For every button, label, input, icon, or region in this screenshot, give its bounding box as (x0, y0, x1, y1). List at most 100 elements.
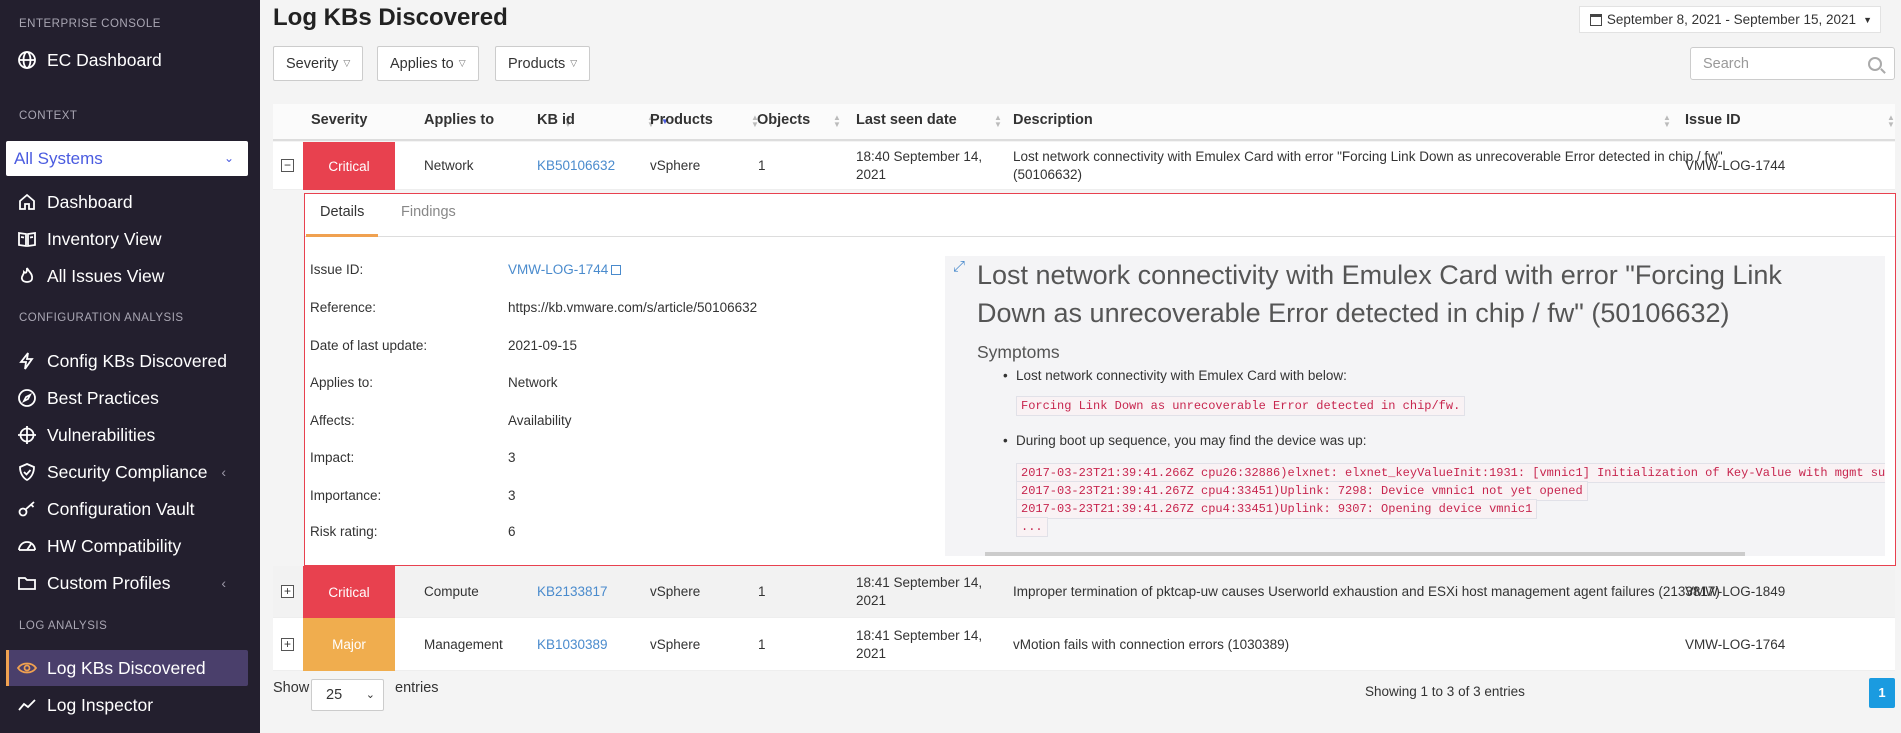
column-header-issue-id[interactable]: Issue ID (1685, 104, 1741, 141)
products-filter-button[interactable]: Products ▽ (495, 46, 591, 81)
sidebar-item-label: Log Inspector (47, 694, 154, 715)
cell-products: vSphere (650, 584, 701, 599)
chevron-left-icon: ‹ (221, 575, 226, 591)
sidebar-item-best-practices[interactable]: Best Practices (6, 380, 248, 416)
sidebar-item-label: Config KBs Discovered (47, 350, 227, 371)
section-configuration-analysis: CONFIGURATION ANALYSIS (19, 312, 184, 324)
book-icon (16, 228, 38, 250)
sidebar-item-inventory-view[interactable]: Inventory View (6, 221, 248, 257)
value-risk-rating: 6 (508, 524, 516, 539)
value-affects: Availability (508, 413, 572, 428)
column-header-objects[interactable]: Objects (757, 104, 810, 141)
column-header-description[interactable]: Description (1013, 104, 1093, 141)
table-row[interactable]: − Critical Network KB50106632 vSphere 1 … (273, 142, 1895, 190)
tab-details[interactable]: Details (306, 194, 379, 237)
column-header-last-seen[interactable]: Last seen date (856, 104, 957, 141)
calendar-icon (1589, 13, 1602, 26)
column-header-products[interactable]: Products (650, 104, 713, 141)
cell-applies-to: Compute (424, 584, 479, 599)
show-label: Show (273, 680, 310, 696)
horizontal-scrollbar[interactable] (985, 552, 1745, 556)
sidebar-item-config-kbs[interactable]: Config KBs Discovered (6, 343, 248, 379)
column-header-applies-to[interactable]: Applies to (424, 104, 494, 141)
sidebar-item-label: Vulnerabilities (47, 424, 156, 445)
column-header-kb-id[interactable]: KB id (537, 104, 575, 141)
expand-row-icon[interactable]: + (281, 638, 294, 651)
cell-description: vMotion fails with connection errors (10… (1013, 637, 1290, 652)
globe-icon (16, 49, 38, 71)
row-detail-panel: Details Findings Issue ID: VMW-LOG-1744 … (304, 193, 1896, 566)
sidebar-item-label: Configuration Vault (47, 498, 195, 519)
value-issue-id[interactable]: VMW-LOG-1744 (508, 262, 622, 277)
chevron-left-icon: ‹ (221, 464, 226, 480)
sidebar-item-vulnerabilities[interactable]: Vulnerabilities (6, 417, 248, 453)
last-seen-line-1: 18:41 September 14, (856, 575, 983, 590)
products-filter-label: Products (508, 55, 566, 72)
label-issue-id: Issue ID: (310, 262, 364, 277)
cell-description: Improper termination of pktcap-uw causes… (1013, 584, 1720, 599)
code-line: 2017-03-23T21:39:41.267Z cpu4:33451)Upli… (1016, 499, 1538, 519)
cell-objects: 1 (758, 158, 766, 173)
sidebar-item-dashboard[interactable]: Dashboard (6, 184, 248, 220)
shield-icon (16, 461, 38, 483)
sidebar-item-configuration-vault[interactable]: Configuration Vault (6, 491, 248, 527)
kb-link[interactable]: KB1030389 (537, 637, 608, 652)
label-impact: Impact: (310, 450, 355, 465)
sidebar-item-custom-profiles[interactable]: Custom Profiles ‹ (6, 565, 248, 601)
cell-kb-id: KB2133817 (537, 583, 608, 601)
search-icon (1868, 57, 1882, 71)
sidebar-item-log-kbs-discovered[interactable]: Log KBs Discovered (6, 650, 248, 686)
tab-findings[interactable]: Findings (387, 194, 470, 237)
reference-link[interactable]: https://kb.vmware.com/s/article/50106632 (508, 300, 757, 315)
cell-products: vSphere (650, 637, 701, 652)
symptoms-heading: Symptoms (977, 342, 1060, 362)
page-button-1[interactable]: 1 (1869, 678, 1895, 708)
caret-down-icon: ▼ (1863, 15, 1872, 25)
sidebar: ENTERPRISE CONSOLE EC Dashboard CONTEXT … (0, 0, 260, 733)
kb-link[interactable]: KB2133817 (537, 584, 608, 599)
severity-filter-button[interactable]: Severity ▽ (273, 46, 364, 81)
sidebar-item-label: Best Practices (47, 387, 159, 408)
page-length-select[interactable]: 25 ⌄ (311, 679, 384, 711)
cell-kb-id: KB50106632 (537, 157, 615, 175)
applies-to-filter-button[interactable]: Applies to ▽ (377, 46, 479, 81)
sidebar-item-label: All Issues View (47, 265, 165, 286)
sidebar-item-log-inspector[interactable]: Log Inspector (6, 687, 248, 723)
page-length-value: 25 (326, 687, 343, 703)
sidebar-item-label: Inventory View (47, 228, 162, 249)
sidebar-item-hw-compatibility[interactable]: HW Compatibility (6, 528, 248, 564)
last-seen-line-2: 2021 (856, 593, 887, 608)
search-input[interactable]: Search (1690, 47, 1895, 80)
applies-to-filter-label: Applies to (390, 55, 454, 72)
label-applies-to: Applies to: (310, 375, 374, 390)
code-line: 2017-03-23T21:39:41.267Z cpu4:33451)Upli… (1016, 481, 1588, 501)
cell-kb-id: KB1030389 (537, 636, 608, 654)
sidebar-item-security-compliance[interactable]: Security Compliance ‹ (6, 454, 248, 490)
issue-id-link[interactable]: VMW-LOG-1744 (508, 262, 608, 277)
kb-link[interactable]: KB50106632 (537, 158, 615, 173)
context-select[interactable]: All Systems ⌄ (6, 141, 248, 176)
chevron-down-icon: ▽ (458, 58, 466, 68)
expand-icon[interactable]: ⤢ (953, 259, 969, 276)
collapse-row-icon[interactable]: − (281, 159, 294, 172)
sidebar-item-ec-dashboard[interactable]: EC Dashboard (6, 42, 248, 78)
external-link-icon (611, 265, 622, 275)
date-range-picker[interactable]: September 8, 2021 - September 15, 2021 ▼ (1578, 6, 1881, 33)
sidebar-item-all-issues-view[interactable]: All Issues View (6, 258, 248, 294)
value-applies-to: Network (508, 375, 558, 390)
sidebar-item-label: HW Compatibility (47, 535, 182, 556)
severity-badge: Major (303, 618, 395, 671)
cell-issue-id: VMW-LOG-1849 (1685, 584, 1786, 599)
expand-row-icon[interactable]: + (281, 585, 294, 598)
chevron-down-icon: ⌄ (365, 689, 375, 701)
cell-description: Lost network connectivity with Emulex Ca… (1013, 148, 1723, 184)
column-header-severity[interactable]: Severity (311, 104, 367, 141)
section-context: CONTEXT (19, 110, 78, 122)
chevron-down-icon: ▽ (570, 58, 578, 68)
cell-objects: 1 (758, 637, 766, 652)
fire-icon (16, 265, 38, 287)
eye-icon (16, 657, 38, 679)
table-row[interactable]: + Major Management KB1030389 vSphere 1 1… (273, 618, 1895, 671)
gauge-icon (16, 535, 38, 557)
table-row[interactable]: + Critical Compute KB2133817 vSphere 1 1… (273, 566, 1895, 618)
